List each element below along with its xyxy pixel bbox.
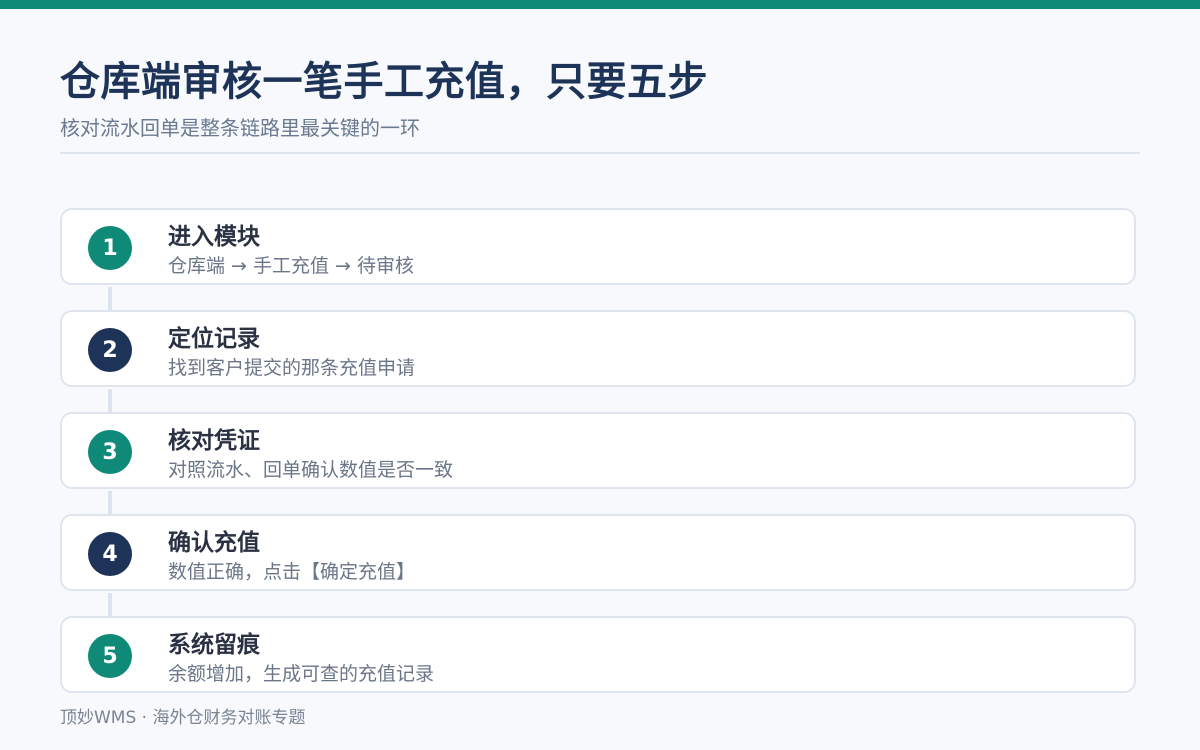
step-card-5: 5 系统留痕 余额增加，生成可查的充值记录 xyxy=(60,616,1136,693)
page-header: 仓库端审核一笔手工充值，只要五步 核对流水回单是整条链路里最关键的一环 xyxy=(60,56,1140,142)
page-subtitle: 核对流水回单是整条链路里最关键的一环 xyxy=(60,116,420,140)
step-connector xyxy=(108,389,112,412)
step-number-badge: 3 xyxy=(88,430,132,474)
step-card-1: 1 进入模块 仓库端 → 手工充值 → 待审核 xyxy=(60,208,1136,285)
top-accent-bar xyxy=(0,0,1200,9)
step-title: 系统留痕 xyxy=(168,632,260,658)
step-number-badge: 1 xyxy=(88,226,132,270)
step-title: 定位记录 xyxy=(168,326,260,352)
step-title: 核对凭证 xyxy=(168,428,260,454)
header-divider xyxy=(60,152,1140,154)
step-title: 确认充值 xyxy=(168,530,260,556)
step-number-badge: 2 xyxy=(88,328,132,372)
step-description: 对照流水、回单确认数值是否一致 xyxy=(168,459,454,481)
step-description: 找到客户提交的那条充值申请 xyxy=(168,357,416,379)
step-connector xyxy=(108,491,112,514)
step-description: 余额增加，生成可查的充值记录 xyxy=(168,663,435,685)
step-title: 进入模块 xyxy=(168,224,260,250)
step-description: 仓库端 → 手工充值 → 待审核 xyxy=(168,255,414,277)
step-connector xyxy=(108,287,112,310)
step-card-2: 2 定位记录 找到客户提交的那条充值申请 xyxy=(60,310,1136,387)
step-connector xyxy=(108,593,112,616)
step-card-3: 3 核对凭证 对照流水、回单确认数值是否一致 xyxy=(60,412,1136,489)
page-title: 仓库端审核一笔手工充值，只要五步 xyxy=(60,59,708,105)
step-number-badge: 5 xyxy=(88,634,132,678)
step-description: 数值正确，点击【确定充值】 xyxy=(168,561,416,583)
step-card-4: 4 确认充值 数值正确，点击【确定充值】 xyxy=(60,514,1136,591)
footer-caption: 顶妙WMS · 海外仓财务对账专题 xyxy=(60,708,306,728)
step-number-badge: 4 xyxy=(88,532,132,576)
